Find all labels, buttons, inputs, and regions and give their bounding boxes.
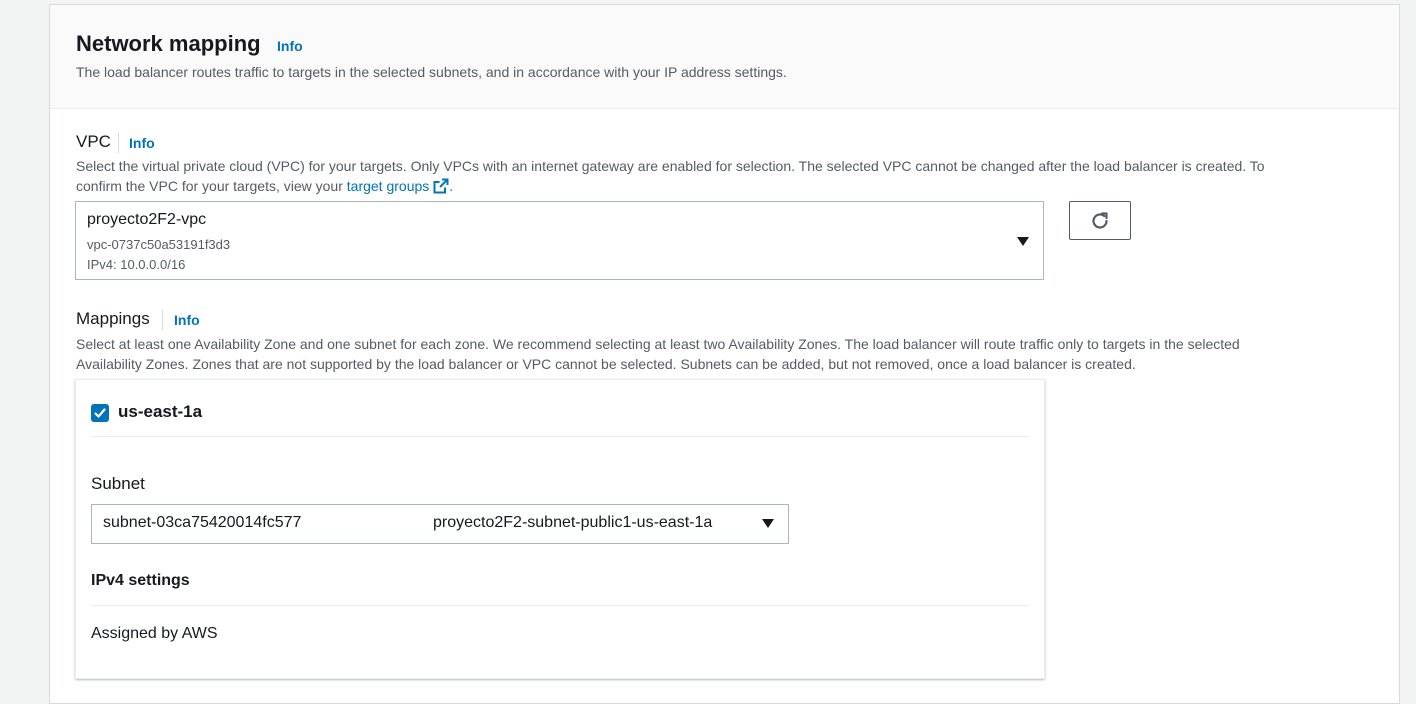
refresh-icon bbox=[1092, 211, 1108, 229]
external-link-icon[interactable] bbox=[433, 178, 449, 194]
vpc-label-divider bbox=[118, 133, 119, 153]
subnet-id: subnet-03ca75420014fc577 bbox=[103, 514, 302, 531]
refresh-button[interactable] bbox=[1069, 201, 1131, 240]
checkmark-icon bbox=[94, 408, 106, 418]
vpc-description-suffix: . bbox=[449, 178, 454, 194]
vpc-description-line2: confirm the VPC for your targets, view y… bbox=[76, 176, 1386, 196]
az-label[interactable]: us-east-1a bbox=[118, 402, 202, 422]
subnet-label: Subnet bbox=[91, 474, 145, 493]
mappings-description-line1: Select at least one Availability Zone an… bbox=[76, 336, 1240, 352]
network-mapping-panel: Network mapping Info The load balancer r… bbox=[49, 4, 1400, 704]
mappings-description: Select at least one Availability Zone an… bbox=[76, 334, 1386, 374]
az-checkbox[interactable] bbox=[91, 404, 109, 422]
section-info-link[interactable]: Info bbox=[277, 38, 303, 54]
target-groups-link[interactable]: target groups bbox=[347, 178, 450, 194]
section-title: Network mapping bbox=[76, 31, 261, 56]
ipv4-settings-value: Assigned by AWS bbox=[91, 625, 218, 642]
panel-header: Network mapping Info The load balancer r… bbox=[50, 5, 1399, 109]
mappings-label-divider bbox=[162, 310, 163, 330]
divider bbox=[91, 605, 1029, 606]
vpc-selected-id: vpc-0737c50a53191f3d3 bbox=[87, 237, 231, 252]
caret-down-icon bbox=[762, 519, 774, 528]
section-description: The load balancer routes traffic to targ… bbox=[76, 64, 787, 80]
mappings-description-line2: Availability Zones. Zones that are not s… bbox=[76, 356, 1136, 372]
subnet-select[interactable]: subnet-03ca75420014fc577 proyecto2F2-sub… bbox=[91, 504, 789, 544]
divider bbox=[91, 436, 1029, 437]
vpc-description-prefix: confirm the VPC for your targets, view y… bbox=[76, 178, 347, 194]
vpc-label: VPC bbox=[76, 132, 111, 151]
mappings-info-link[interactable]: Info bbox=[174, 312, 200, 328]
vpc-selected-name: proyecto2F2-vpc bbox=[87, 211, 207, 228]
mappings-label: Mappings bbox=[76, 309, 150, 328]
caret-down-icon bbox=[1017, 237, 1029, 246]
vpc-select[interactable]: proyecto2F2-vpc vpc-0737c50a53191f3d3 IP… bbox=[75, 201, 1044, 280]
vpc-description-line1: Select the virtual private cloud (VPC) f… bbox=[76, 158, 1265, 174]
vpc-selected-cidr: IPv4: 10.0.0.0/16 bbox=[87, 257, 186, 272]
ipv4-settings-title: IPv4 settings bbox=[91, 572, 190, 589]
target-groups-link-text[interactable]: target groups bbox=[347, 178, 430, 194]
availability-zone-card: us-east-1a Subnet subnet-03ca75420014fc5… bbox=[75, 379, 1045, 679]
subnet-name: proyecto2F2-subnet-public1-us-east-1a bbox=[433, 514, 713, 531]
vpc-description: Select the virtual private cloud (VPC) f… bbox=[76, 156, 1386, 196]
vpc-info-link[interactable]: Info bbox=[129, 135, 155, 151]
